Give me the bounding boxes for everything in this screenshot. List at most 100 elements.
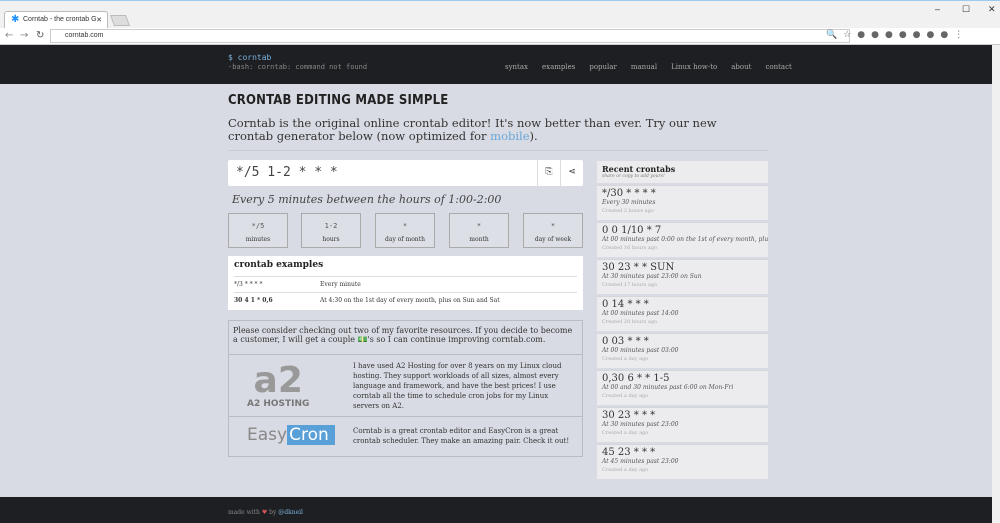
divider xyxy=(228,150,768,151)
part-label: month xyxy=(469,236,489,243)
recent-desc: At 30 minutes past 23:00 xyxy=(602,421,679,428)
nav-examples[interactable]: examples xyxy=(542,63,575,71)
url-input[interactable]: corntab.com xyxy=(50,29,850,43)
example-row[interactable]: 30 4 1 * 0,6 At 4:30 on the 1st day of ev… xyxy=(234,292,577,308)
lead-end: ). xyxy=(529,129,538,143)
maximize-icon[interactable]: ☐ xyxy=(962,4,970,15)
author-link[interactable]: @dkneil xyxy=(278,509,303,516)
recent-age: Created a day ago xyxy=(602,356,649,362)
example-desc: At 4:30 on the 1st day of every month, p… xyxy=(320,297,500,304)
recent-age: Created 16 hours ago xyxy=(602,245,658,251)
recent-desc: At 00 minutes past 14:00 xyxy=(602,310,679,317)
share-icon: ⋖ xyxy=(568,167,576,177)
recent-age: Created 20 hours ago xyxy=(602,319,658,325)
easycron-sponsor[interactable]: Easy Cron Corntab is a great crontab edit… xyxy=(229,417,582,455)
close-window-icon[interactable]: ✕ xyxy=(988,4,996,15)
example-row[interactable]: */3 * * * * Every minute xyxy=(234,276,577,292)
site-header: $ corntab -bash: corntab: command not fo… xyxy=(0,45,992,84)
nav-contact[interactable]: contact xyxy=(765,63,791,71)
logo-prompt[interactable]: $ corntab xyxy=(228,53,271,62)
recent-item[interactable]: 30 23 * * SUN At 30 minutes past 23:00 on… xyxy=(597,259,768,294)
recent-item[interactable]: 45 23 * * * At 45 minutes past 23:00 Creat… xyxy=(597,444,768,479)
reload-icon[interactable]: ↻ xyxy=(36,30,44,41)
part-day-of-week[interactable]: * day of week xyxy=(523,213,583,248)
recent-desc: At 00 minutes past 0:00 on the 1st of ev… xyxy=(602,236,768,243)
recent-age: Created a day ago xyxy=(602,467,649,473)
recent-cron: 0 03 * * * xyxy=(602,336,649,347)
recent-age: Created a day ago xyxy=(602,430,649,436)
a2-sponsor[interactable]: a2 A2 HOSTING I have used A2 Hosting for … xyxy=(229,355,582,417)
easycron-text: Corntab is a great crontab editor and Ea… xyxy=(353,427,570,445)
logo-error: -bash: corntab: command not found xyxy=(228,63,368,71)
nav-linux-how-to[interactable]: Linux how-to xyxy=(671,63,717,71)
recent-title: Recent crontabs xyxy=(602,164,676,174)
recent-desc: Every 30 minutes xyxy=(602,199,656,206)
sponsors-panel: Please consider checking out two of my f… xyxy=(228,320,583,457)
part-value: */5 xyxy=(251,222,265,230)
a2-hosting-logo[interactable]: a2 A2 HOSTING xyxy=(247,363,310,410)
recent-desc: At 30 minutes past 23:00 on Sun xyxy=(602,273,702,280)
part-hours[interactable]: 1-2 hours xyxy=(301,213,361,248)
recent-header: Recent crontabs share or copy to add your… xyxy=(597,161,768,183)
recent-item[interactable]: */30 * * * * Every 30 minutes Created 2 ho… xyxy=(597,185,768,220)
recent-age: Created a day ago xyxy=(602,393,649,399)
recent-item[interactable]: 0 03 * * * At 00 minutes past 03:00 Create… xyxy=(597,333,768,368)
part-label: day of month xyxy=(385,236,425,243)
example-cron: */3 * * * * xyxy=(234,281,263,288)
recent-cron: 30 23 * * SUN xyxy=(602,262,675,273)
nav-popular[interactable]: popular xyxy=(589,63,616,71)
recent-cron: 0 0 1/10 * 7 xyxy=(602,225,662,236)
extension-icons[interactable]: 🔍☆●●●●●●●⋮ xyxy=(826,30,969,40)
browser-tab[interactable]: ✱ Corntab - the crontab G ✕ xyxy=(4,11,108,28)
footer: made with ♥ by @dkneil xyxy=(0,497,992,523)
lead-text: Corntab is the original online crontab e… xyxy=(228,117,748,143)
copy-button[interactable]: ⎘ xyxy=(537,160,560,186)
nav-about[interactable]: about xyxy=(731,63,751,71)
browser-chrome: ✱ Corntab - the crontab G ✕ – ☐ ✕ ← → ↻ co… xyxy=(0,0,1000,45)
recent-item[interactable]: 0 14 * * * At 00 minutes past 14:00 Create… xyxy=(597,296,768,331)
footer-by: by xyxy=(267,509,279,516)
human-readable: Every 5 minutes between the hours of 1:0… xyxy=(232,193,502,206)
examples-panel: crontab examples */3 * * * * Every minute… xyxy=(228,256,583,310)
part-day-of-month[interactable]: * day of month xyxy=(375,213,435,248)
footer-text: made with xyxy=(228,509,262,516)
crontab-value: */5 1-2 * * * xyxy=(236,165,338,180)
a2-logo-text: A2 HOSTING xyxy=(247,399,310,409)
recent-age: Created 2 hours ago xyxy=(602,208,654,214)
crontab-input[interactable]: */5 1-2 * * * ⎘ ⋖ xyxy=(228,160,583,186)
recent-desc: At 45 minutes past 23:00 xyxy=(602,458,679,465)
nav-syntax[interactable]: syntax xyxy=(505,63,528,71)
scrollbar[interactable] xyxy=(992,45,1000,523)
minimize-icon[interactable]: – xyxy=(935,4,940,14)
recent-cron: 0 14 * * * xyxy=(602,299,649,310)
recent-item[interactable]: 0 0 1/10 * 7 At 00 minutes past 0:00 on t… xyxy=(597,222,768,257)
share-button[interactable]: ⋖ xyxy=(560,160,583,186)
part-value: * xyxy=(476,222,482,230)
part-value: 1-2 xyxy=(324,222,338,230)
tab-title: Corntab - the crontab G xyxy=(23,16,97,23)
lead-body: Corntab is the original online crontab e… xyxy=(228,116,717,143)
easycron-logo[interactable]: Easy Cron xyxy=(247,425,335,445)
part-minutes[interactable]: */5 minutes xyxy=(228,213,288,248)
new-tab-button[interactable] xyxy=(109,15,131,26)
mobile-link[interactable]: mobile xyxy=(490,129,529,143)
forward-icon[interactable]: → xyxy=(20,30,28,41)
part-month[interactable]: * month xyxy=(449,213,509,248)
recent-desc: At 00 and 30 minutes past 6:00 on Mon-Fr… xyxy=(602,384,734,391)
main-nav: syntax examples popular manual Linux how… xyxy=(505,63,792,71)
nav-manual[interactable]: manual xyxy=(631,63,657,71)
page-title: CRONTAB EDITING MADE SIMPLE xyxy=(228,93,449,108)
recent-cron: */30 * * * * xyxy=(602,188,656,199)
recent-item[interactable]: 30 23 * * * At 30 minutes past 23:00 Creat… xyxy=(597,407,768,442)
part-value: * xyxy=(402,222,408,230)
close-tab-icon[interactable]: ✕ xyxy=(96,16,102,24)
back-icon[interactable]: ← xyxy=(5,30,13,41)
part-label: day of week xyxy=(534,236,572,243)
example-cron: 30 4 1 * 0,6 xyxy=(234,297,273,304)
recent-cron: 30 23 * * * xyxy=(602,410,656,421)
a2-text: I have used A2 Hosting for over 8 years … xyxy=(353,362,562,410)
example-desc: Every minute xyxy=(320,281,361,288)
url-text: corntab.com xyxy=(65,32,104,39)
recent-crontabs: Recent crontabs share or copy to add your… xyxy=(597,161,768,479)
recent-item[interactable]: 0,30 6 * * 1-5 At 00 and 30 minutes past … xyxy=(597,370,768,405)
